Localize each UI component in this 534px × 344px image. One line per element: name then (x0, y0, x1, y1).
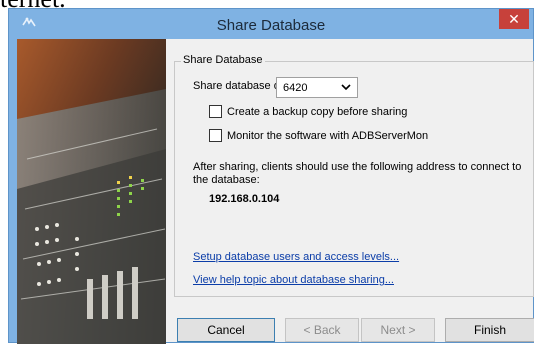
close-icon: ✕ (508, 11, 520, 27)
backup-checkbox[interactable] (209, 105, 222, 118)
share-database-dialog: Share Database ✕ Share Database Share da… (8, 8, 534, 344)
port-value: 6420 (283, 82, 308, 94)
monitor-checkbox[interactable] (209, 129, 222, 142)
group-legend: Share Database (181, 54, 265, 66)
title-bar[interactable]: Share Database ✕ (9, 9, 533, 39)
backup-label: Create a backup copy before sharing (227, 106, 408, 118)
info-text-line1: After sharing, clients should use the fo… (193, 161, 522, 173)
port-select[interactable]: 6420 (276, 77, 358, 98)
mixing-console-image (17, 39, 166, 344)
help-topic-link[interactable]: View help topic about database sharing..… (193, 274, 394, 286)
next-button[interactable]: Next > (361, 318, 435, 342)
server-address: 192.168.0.104 (209, 193, 280, 205)
finish-button[interactable]: Finish (445, 318, 534, 342)
info-text-line2: the database: (193, 174, 260, 186)
chevron-down-icon (341, 84, 351, 91)
window-title: Share Database (216, 17, 326, 34)
dialog-client-area: Share Database Share database on port: 6… (17, 39, 534, 344)
monitor-label: Monitor the software with ADBServerMon (227, 130, 429, 142)
back-button[interactable]: < Back (285, 318, 359, 342)
close-button[interactable]: ✕ (499, 9, 529, 29)
setup-users-link[interactable]: Setup database users and access levels..… (193, 251, 399, 263)
cancel-button[interactable]: Cancel (177, 318, 275, 342)
